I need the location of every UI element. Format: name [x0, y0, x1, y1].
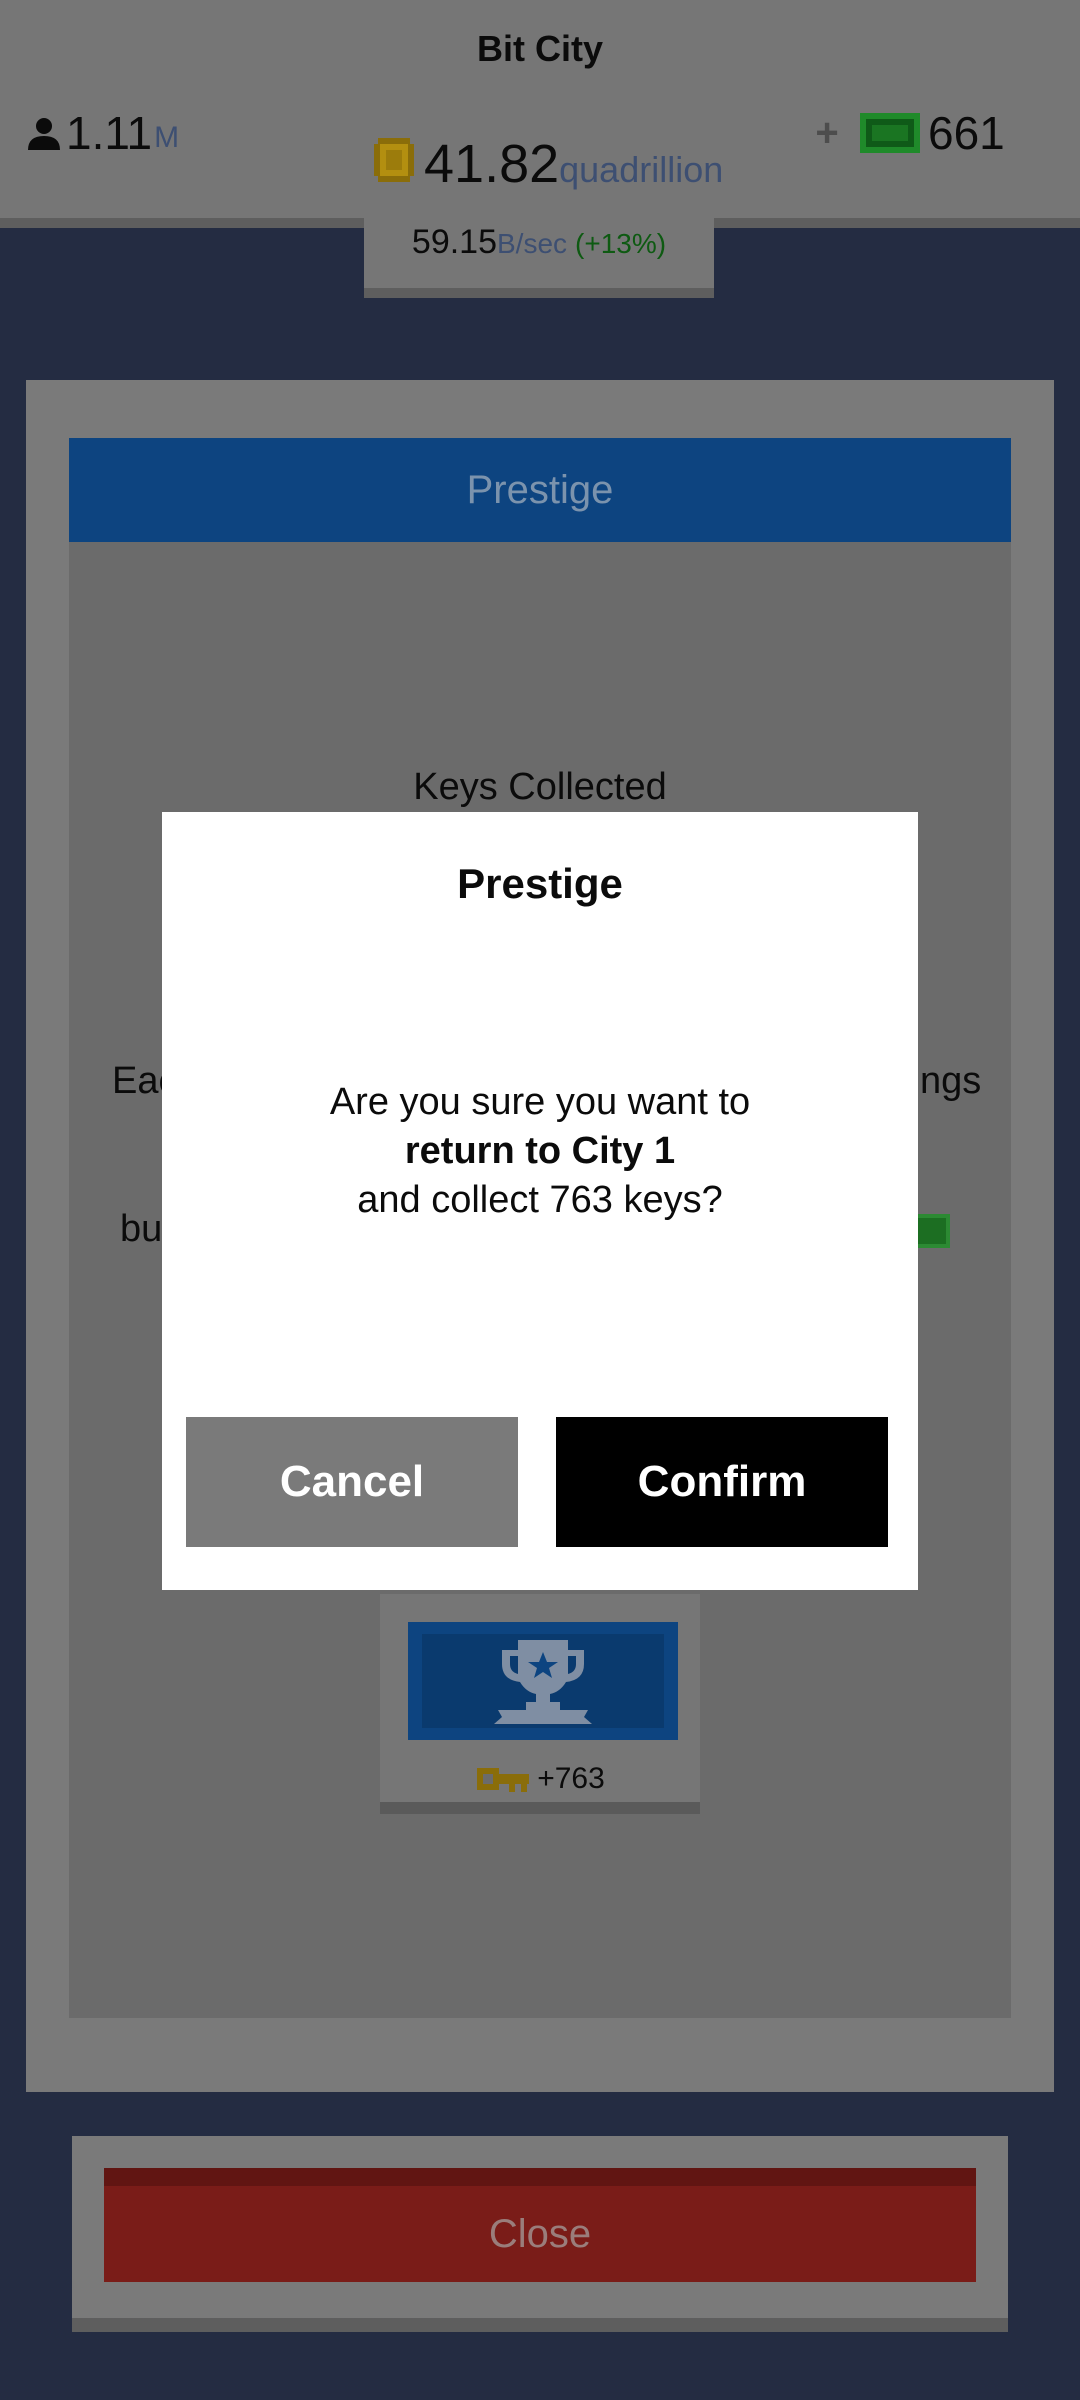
close-button-top [104, 2168, 976, 2186]
dialog-message-line: Are you sure you want to [329, 1081, 751, 1123]
prestige-button-face[interactable] [422, 1634, 664, 1728]
close-frame-shadow [72, 2318, 1008, 2332]
prestige-reward: +763 [380, 1762, 700, 1796]
add-cash-button[interactable]: + [812, 108, 842, 158]
dialog-message-line: return to City 1 [404, 1130, 676, 1172]
money-display: 41.82 quadrillion [372, 136, 723, 192]
population-unit: M [154, 121, 180, 154]
dialog-message-line: and collect 763 keys? [357, 1179, 723, 1221]
keys-collected-label: Keys Collected [413, 766, 667, 808]
cancel-button[interactable]: Cancel [186, 1417, 518, 1547]
confirm-button[interactable]: Confirm [556, 1417, 888, 1547]
money-unit: quadrillion [559, 149, 724, 190]
income-rate: 59.15 B/sec (+13%) [364, 222, 714, 262]
cash-value: 661 [928, 107, 1005, 159]
income-rate-value: 59.15 [411, 223, 497, 261]
prestige-reward-keys: +763 [537, 1762, 605, 1795]
income-rate-bonus: (+13%) [575, 228, 667, 259]
description-fragment: ngs [920, 1060, 982, 1102]
money-value: 41.82 [424, 134, 560, 194]
cash-icon [860, 113, 920, 153]
cash-display[interactable]: 661 [860, 108, 1005, 158]
population-value: 1.11 [66, 107, 153, 159]
description-fragment: bu [120, 1208, 163, 1250]
key-icon [477, 1768, 530, 1792]
income-rate-shadow [364, 288, 714, 298]
prestige-reward-card-shadow [380, 1802, 700, 1814]
trophy-icon [494, 1640, 592, 1724]
dialog-title: Prestige [457, 860, 623, 907]
coin-icon [374, 138, 414, 182]
person-icon [28, 118, 60, 150]
income-rate-unit: B/sec [497, 228, 568, 259]
prestige-panel-title: Prestige [466, 468, 614, 512]
dialog-message: Are you sure you want to return to City … [162, 1078, 918, 1225]
population-display: 1.11 M [26, 108, 179, 158]
city-title: Bit City [477, 28, 603, 69]
